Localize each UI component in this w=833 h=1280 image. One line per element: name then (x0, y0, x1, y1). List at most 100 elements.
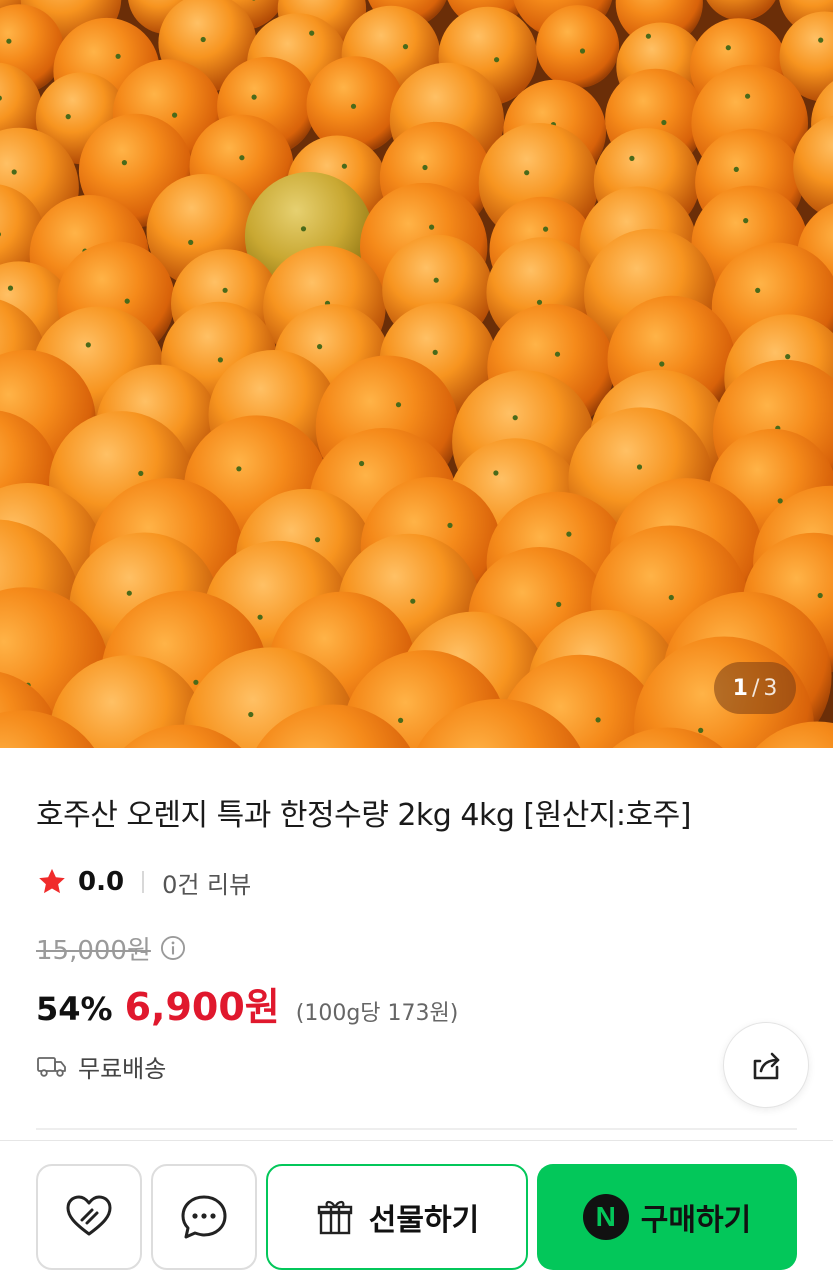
orange-stem (402, 44, 409, 50)
orange-stem (429, 224, 435, 230)
orange-stem (65, 114, 71, 120)
orange-stem (422, 164, 428, 171)
orange-stem (11, 169, 17, 175)
orange-stem (317, 344, 323, 350)
orange-stem (536, 299, 543, 305)
page-separator: / (751, 675, 760, 701)
unit-price: (100g당 173원) (295, 1001, 459, 1026)
orange-stem (595, 717, 601, 723)
orange-stem (222, 287, 228, 293)
page-current: 1 (732, 675, 748, 701)
orange-stem (410, 598, 416, 604)
orange-stem (124, 298, 130, 304)
chat-button[interactable] (151, 1164, 257, 1270)
orange-stem (300, 226, 307, 232)
orange-stem (193, 679, 199, 685)
orange-stem (85, 342, 91, 348)
orange-stem (629, 155, 635, 161)
orange-stem (447, 522, 453, 529)
orange-stem (579, 48, 586, 54)
orange-stem (251, 94, 257, 100)
orange-stem (659, 361, 665, 367)
orange-stem (755, 287, 761, 293)
orange-stem (6, 38, 12, 44)
orange-stem (115, 53, 121, 59)
rating-divider (142, 871, 145, 893)
orange-stem (566, 531, 572, 537)
orange-stem (314, 537, 321, 543)
orange-stem (432, 349, 438, 355)
orange-stem (359, 460, 365, 467)
orange-stem (248, 711, 254, 718)
orange-stem (733, 166, 739, 172)
orange-stem (543, 226, 549, 232)
orange-stem (398, 717, 404, 724)
orange-stem (668, 594, 674, 601)
orange-stem (126, 590, 132, 596)
naver-pay-logo: N (582, 1194, 629, 1240)
orange-stem (745, 93, 751, 99)
product-image[interactable]: 1 / 3 (0, 0, 833, 748)
gift-button-label: 선물하기 (368, 1203, 480, 1238)
original-price-row: 15,000원 (36, 928, 187, 968)
orange-stem (341, 163, 347, 169)
orange-stem (172, 112, 178, 118)
orange-stem (725, 45, 731, 51)
orange-stem (554, 351, 561, 357)
orange-stem (395, 402, 402, 408)
orange-stem (309, 30, 315, 36)
truck-icon (37, 1057, 66, 1077)
orange-stem (257, 614, 263, 620)
info-icon[interactable] (159, 934, 187, 962)
orange-stem (777, 498, 783, 504)
orange-stem (818, 37, 824, 43)
gift-box-icon (317, 1200, 352, 1235)
image-page-counter: 1 / 3 (714, 662, 796, 714)
orange-stem (433, 277, 439, 283)
product-title: 호주산 오렌지 특과 한정수량 2kg 4kg [원산지:호주] (36, 798, 691, 833)
wishlist-button[interactable] (36, 1164, 142, 1270)
section-divider (36, 1128, 797, 1130)
orange-stem (239, 155, 245, 161)
orange-stem (817, 592, 823, 599)
orange-stem (494, 57, 500, 63)
orange-stem (7, 285, 14, 291)
gift-button[interactable]: 선물하기 (266, 1164, 528, 1270)
orange-fruit (536, 5, 620, 89)
rating-value: 0.0 (78, 867, 125, 897)
sale-price: 6,900원 (124, 985, 280, 1029)
original-price: 15,000원 (36, 935, 151, 966)
chat-bubble-icon (181, 1195, 227, 1239)
shipping-text: 무료배송 (78, 1054, 167, 1083)
review-count-link[interactable]: 0건 리뷰 (162, 865, 251, 900)
buy-button-label: 구매하기 (640, 1203, 752, 1238)
star-icon (39, 868, 65, 894)
share-icon (753, 1052, 780, 1080)
orange-stem (121, 160, 127, 166)
orange-stem (493, 470, 499, 476)
share-button[interactable] (723, 1022, 809, 1108)
heart-icon (66, 1195, 112, 1236)
orange-stem (785, 354, 791, 360)
rating-row[interactable]: 0.0 0건 리뷰 (36, 862, 251, 902)
page-total: 3 (763, 675, 778, 701)
orange-stem (636, 464, 643, 470)
orange-stem (645, 33, 652, 39)
orange-stem (200, 36, 206, 43)
orange-stem (217, 357, 223, 363)
price-row: 54% 6,900원 (100g당 173원) (36, 976, 459, 1029)
orange-stem (138, 470, 144, 476)
orange-stem (698, 727, 704, 734)
orange-stem (236, 466, 242, 472)
shipping-row: 무료배송 (36, 1046, 166, 1086)
orange-stem (524, 170, 530, 176)
orange-stem (512, 415, 518, 421)
orange-stem (350, 103, 357, 109)
orange-stem (188, 239, 194, 245)
buy-button[interactable]: N 구매하기 (537, 1164, 797, 1270)
discount-rate: 54% (36, 990, 113, 1028)
oranges-photo (0, 0, 833, 748)
orange-stem (556, 601, 562, 608)
orange-stem (743, 218, 749, 224)
orange-stem (661, 119, 667, 126)
